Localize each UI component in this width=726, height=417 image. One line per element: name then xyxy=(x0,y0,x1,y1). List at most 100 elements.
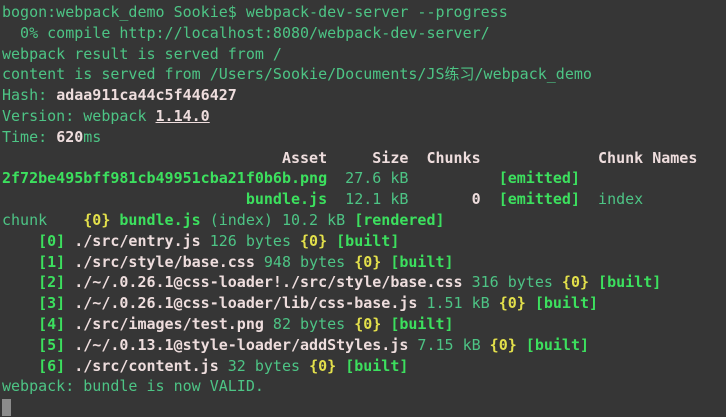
text-segment: index xyxy=(580,190,643,208)
text-segment: ./~/.0.26.1@css-loader!./src/style/base.… xyxy=(74,273,462,291)
text-segment: 620 xyxy=(56,128,83,146)
text-segment: {0} xyxy=(499,294,526,312)
text-segment: ./src/entry.js xyxy=(74,232,200,250)
text-segment: 126 bytes xyxy=(201,232,300,250)
text-segment: {0} xyxy=(354,253,381,271)
version-line: Version: webpack 1.14.0 xyxy=(2,106,726,127)
text-segment: 27.6 kB xyxy=(327,169,499,187)
text-segment: 0 xyxy=(472,190,481,208)
text-segment xyxy=(65,336,74,354)
cursor-line xyxy=(2,397,726,417)
text-segment: {0} xyxy=(309,357,336,375)
text-segment: bogon:webpack_demo Sookie$ webpack-dev-s… xyxy=(2,3,508,21)
text-segment xyxy=(65,315,74,333)
terminal-screen[interactable]: bogon:webpack_demo Sookie$ webpack-dev-s… xyxy=(0,0,726,417)
prompt-command-line: bogon:webpack_demo Sookie$ webpack-dev-s… xyxy=(2,2,726,23)
text-segment xyxy=(65,232,74,250)
text-segment: ./~/.0.26.1@css-loader/lib/css-base.js xyxy=(74,294,417,312)
text-segment: [emitted] xyxy=(499,169,580,187)
text-segment: Asset Size Chunks Chunk Names xyxy=(2,149,697,167)
text-segment: {0} xyxy=(562,273,589,291)
text-segment xyxy=(2,357,38,375)
text-segment xyxy=(381,315,390,333)
text-segment xyxy=(589,273,598,291)
text-segment: [6] xyxy=(38,357,65,375)
text-segment: 1.14.0 xyxy=(156,107,210,125)
module-row-0: [0] ./src/entry.js 126 bytes {0} [built] xyxy=(2,231,726,252)
module-row-5: [5] ./~/.0.13.1@style-loader/addStyles.j… xyxy=(2,335,726,356)
text-segment: (index) 10.2 kB xyxy=(201,211,355,229)
text-segment: [built] xyxy=(336,232,399,250)
progress-line: 0% compile http://localhost:8080/webpack… xyxy=(2,23,726,44)
text-segment: adaa911ca44c5f446427 xyxy=(56,86,237,104)
text-segment: content is served from /Users/Sookie/Doc… xyxy=(2,65,592,83)
text-segment: [0] xyxy=(38,232,65,250)
terminal-output: bogon:webpack_demo Sookie$ webpack-dev-s… xyxy=(2,2,726,417)
content-served-line: content is served from /Users/Sookie/Doc… xyxy=(2,64,726,85)
text-segment: Hash: xyxy=(2,86,56,104)
text-segment xyxy=(65,253,74,271)
text-segment: ms xyxy=(83,128,101,146)
terminal-cursor xyxy=(2,399,11,416)
text-segment: Version: webpack xyxy=(2,107,156,125)
text-segment: Time: xyxy=(2,128,56,146)
chunk-summary-line: chunk {0} bundle.js (index) 10.2 kB [ren… xyxy=(2,210,726,231)
text-segment: ./src/content.js xyxy=(74,357,219,375)
text-segment: 948 bytes xyxy=(255,253,354,271)
text-segment: [emitted] xyxy=(499,190,580,208)
module-row-4: [4] ./src/images/test.png 82 bytes {0} [… xyxy=(2,314,726,335)
text-segment: [2] xyxy=(38,273,65,291)
text-segment: [4] xyxy=(38,315,65,333)
text-segment: [built] xyxy=(535,294,598,312)
text-segment xyxy=(2,273,38,291)
text-segment: bundle.js xyxy=(119,211,200,229)
hash-line: Hash: adaa911ca44c5f446427 xyxy=(2,85,726,106)
text-segment: [built] xyxy=(345,357,408,375)
text-segment xyxy=(2,336,38,354)
text-segment: [built] xyxy=(526,336,589,354)
text-segment: [5] xyxy=(38,336,65,354)
text-segment: ./src/images/test.png xyxy=(74,315,264,333)
text-segment xyxy=(2,232,38,250)
text-segment xyxy=(336,357,345,375)
text-segment: 32 bytes xyxy=(219,357,309,375)
text-segment: [1] xyxy=(38,253,65,271)
module-row-3: [3] ./~/.0.26.1@css-loader/lib/css-base.… xyxy=(2,293,726,314)
bundle-valid-line: webpack: bundle is now VALID. xyxy=(2,376,726,397)
text-segment xyxy=(65,294,74,312)
text-segment: ./~/.0.13.1@style-loader/addStyles.js xyxy=(74,336,408,354)
time-line: Time: 620ms xyxy=(2,127,726,148)
text-segment xyxy=(2,190,246,208)
text-segment xyxy=(2,253,38,271)
text-segment: 1.51 kB xyxy=(417,294,498,312)
text-segment: [rendered] xyxy=(354,211,444,229)
asset-row-bundle: bundle.js 12.1 kB 0 [emitted] index xyxy=(2,189,726,210)
text-segment: bundle.js xyxy=(246,190,327,208)
text-segment xyxy=(327,232,336,250)
asset-table-header: Asset Size Chunks Chunk Names xyxy=(2,148,726,169)
module-row-1: [1] ./src/style/base.css 948 bytes {0} [… xyxy=(2,252,726,273)
text-segment: {0} xyxy=(300,232,327,250)
text-segment xyxy=(65,357,74,375)
text-segment: 2f72be495bff981cb49951cba21f0b6b.png xyxy=(2,169,327,187)
module-row-6: [6] ./src/content.js 32 bytes {0} [built… xyxy=(2,356,726,377)
text-segment: {0} xyxy=(83,211,110,229)
text-segment xyxy=(2,294,38,312)
text-segment: {0} xyxy=(354,315,381,333)
text-segment xyxy=(65,273,74,291)
text-segment: 316 bytes xyxy=(463,273,562,291)
module-row-2: [2] ./~/.0.26.1@css-loader!./src/style/b… xyxy=(2,272,726,293)
text-segment xyxy=(481,190,499,208)
text-segment: [built] xyxy=(598,273,661,291)
text-segment: 0% compile http://localhost:8080/webpack… xyxy=(2,24,490,42)
text-segment xyxy=(2,315,38,333)
text-segment xyxy=(526,294,535,312)
text-segment xyxy=(517,336,526,354)
text-segment: 82 bytes xyxy=(264,315,354,333)
text-segment: {0} xyxy=(490,336,517,354)
text-segment: [built] xyxy=(390,315,453,333)
text-segment: ./src/style/base.css xyxy=(74,253,255,271)
text-segment: [built] xyxy=(390,253,453,271)
result-served-line: webpack result is served from / xyxy=(2,44,726,65)
text-segment: webpack result is served from / xyxy=(2,45,282,63)
